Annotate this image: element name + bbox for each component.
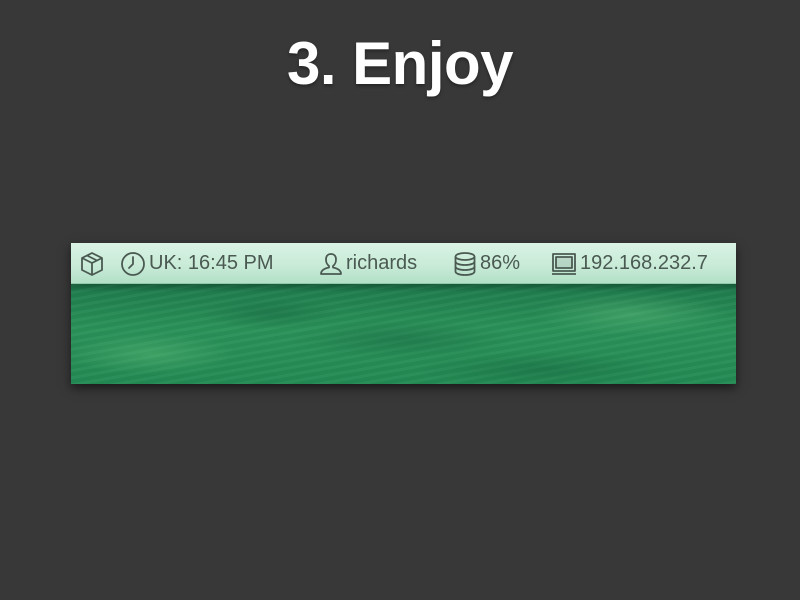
- app-menu[interactable]: [78, 243, 106, 284]
- slide-title: 3. Enjoy: [286, 30, 514, 97]
- desktop-background: [71, 284, 736, 384]
- clock-label: UK: 16:45 PM: [149, 252, 274, 274]
- network-item[interactable]: 192.168.232.7: [550, 243, 708, 284]
- disk-item[interactable]: 86%: [452, 243, 520, 284]
- monitor-icon: [552, 252, 576, 275]
- cube-icon: [81, 251, 103, 276]
- ip-address-label: 192.168.232.7: [580, 252, 708, 274]
- user-icon: [320, 252, 342, 275]
- user-label: richards: [346, 252, 418, 274]
- menubar: UK: 16:45 PM richards 86% 192.168.232.7: [71, 243, 736, 284]
- clock-icon: [121, 251, 145, 276]
- clock-item[interactable]: UK: 16:45 PM: [119, 243, 274, 284]
- database-icon: [454, 251, 476, 276]
- user-item[interactable]: richards: [318, 243, 417, 284]
- disk-usage-label: 86%: [480, 252, 521, 274]
- screenshot-panel: UK: 16:45 PM richards 86% 192.168.232.7: [71, 243, 736, 384]
